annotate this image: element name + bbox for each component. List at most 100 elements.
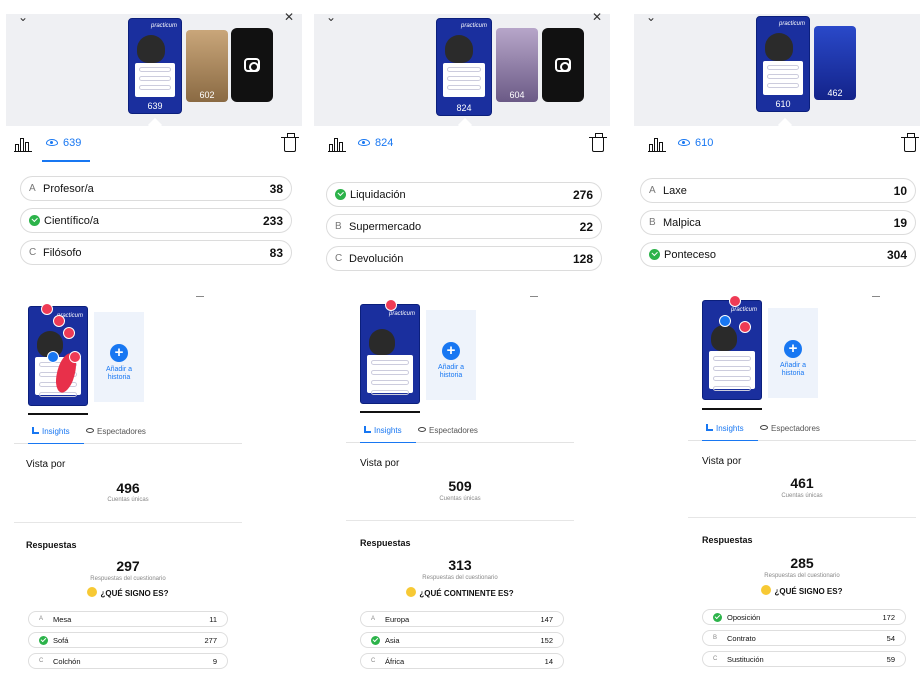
tab-insights[interactable]: Insights [32,427,70,436]
check-icon [335,189,346,200]
mini-quiz-option: C Sustitución 59 [702,651,906,667]
chevron-down-icon[interactable]: ⌄ [326,10,336,24]
insights-panel-1: ⌄ ✕ practicum 639 602 639 A Profesor/a 38 … [6,0,306,675]
plus-icon: + [442,342,460,360]
like-reaction-icon [47,351,59,363]
trash-icon[interactable] [281,133,299,152]
camera-button[interactable] [542,28,584,102]
quiz-option: C Devolución 128 [326,246,602,271]
trash-icon[interactable] [901,133,919,152]
tab-spectators[interactable]: Espectadores [418,426,478,435]
accounts-count: 509 [448,478,472,494]
heart-reaction-icon [729,295,741,307]
camera-button[interactable] [231,28,273,102]
quiz-question: ¿QUÉ CONTINENTE ES? [360,587,560,598]
view-count-tab[interactable]: 639 [46,137,81,149]
eye-icon [678,139,690,146]
accounts-count: 496 [116,480,140,496]
add-to-story-button[interactable]: + Añadir a historia [768,308,818,398]
story-thumbnail-active[interactable]: practicum 610 [756,16,810,112]
story-thumbnails-bar: ⌄ ✕ practicum 824 604 [314,10,610,126]
close-icon[interactable]: ✕ [284,10,294,24]
quiz-options: Liquidación 276 B Supermercado 22 C Devoluci… [326,182,602,278]
responses-label: Respuestas del cuestionario [764,573,840,579]
chevron-down-icon[interactable]: ⌄ [646,10,656,24]
view-count: 610 [695,137,714,149]
like-reaction-icon [719,315,731,327]
tab-spectators[interactable]: Espectadores [86,427,146,436]
quiz-question: ¿QUÉ SIGNO ES? [702,585,902,596]
bar-chart-icon[interactable] [648,136,666,152]
plus-icon: + [110,344,128,362]
thumbnail-view-count: 610 [775,99,791,109]
emoji-icon [761,585,772,595]
quiz-option: A Laxe 10 [640,178,916,203]
heart-reaction-icon [69,351,81,363]
eye-icon [86,428,94,433]
story-preview[interactable]: practicum [28,303,88,406]
section-title: Vista por [360,458,400,469]
eye-icon [760,425,768,430]
view-count-tab[interactable]: 824 [358,137,393,149]
tab-insights[interactable]: Insights [364,426,402,435]
responses-label: Respuestas del cuestionario [90,576,166,582]
accounts-count: 461 [790,475,814,491]
quiz-question: ¿QUÉ SIGNO ES? [28,587,228,598]
bar-chart-icon[interactable] [328,136,346,152]
check-icon [713,612,722,622]
view-count: 639 [63,137,82,149]
insights-panel-3: ⌄ practicum 610 462 610 A Laxe 10 B Malpica… [620,0,920,675]
mini-quiz-option: C Colchón 9 [28,653,228,669]
mini-quiz-option-correct: Sofá 277 [28,632,228,648]
add-to-story-button[interactable]: + Añadir a historia [426,310,476,400]
mini-quiz-option-correct: Asia 152 [360,632,564,648]
add-to-story-button[interactable]: + Añadir a historia [94,312,144,402]
bar-chart-icon[interactable] [14,136,32,152]
mini-quiz-option: C África 14 [360,653,564,669]
tab-spectators[interactable]: Espectadores [760,424,820,433]
tab-insights[interactable]: Insights [706,424,744,433]
story-thumbnail[interactable]: 462 [814,26,856,100]
mini-quiz-options: A Mesa 11 Sofá 277 C Colchón 9 [28,611,228,674]
story-preview[interactable]: practicum [360,299,420,404]
camera-icon [244,58,260,72]
story-thumbnail-active[interactable]: practicum 639 [128,18,182,114]
quiz-option-correct: Científico/a 233 [20,208,292,233]
view-count: 824 [375,137,394,149]
quiz-options: A Laxe 10 B Malpica 19 Ponteceso 304 [640,178,916,274]
quiz-options: A Profesor/a 38 Científico/a 233 C Filósofo 8… [20,176,292,272]
story-thumbnails-bar: ⌄ ✕ practicum 639 602 [6,10,302,126]
mini-quiz-option: A Europa 147 [360,611,564,627]
story-preview[interactable]: practicum [702,295,762,400]
stats-bar: 639 [6,128,306,164]
responses-count: 285 [790,555,814,571]
thumbnail-view-count: 602 [199,90,215,100]
trash-icon[interactable] [589,133,607,152]
emoji-icon [87,587,98,597]
eye-icon [418,427,426,432]
chevron-down-icon[interactable]: ⌄ [18,10,28,24]
view-count-tab[interactable]: 610 [678,137,713,149]
check-icon [371,635,380,645]
mini-quiz-option: B Contrato 54 [702,630,906,646]
thumbnail-view-count: 824 [456,103,472,113]
insights-icon [32,427,39,434]
heart-reaction-icon [53,315,65,327]
insights-tabs: Insights Espectadores [14,424,242,444]
eye-icon [358,139,370,146]
responses-title: Respuestas [26,540,77,550]
story-thumbnail[interactable]: 604 [496,28,538,102]
close-icon[interactable]: ✕ [592,10,602,24]
emoji-icon [406,587,417,597]
section-title: Vista por [26,459,66,470]
accounts-label: Cuentas únicas [439,496,481,502]
story-thumbnail[interactable]: 602 [186,30,228,102]
insights-panel-2: ⌄ ✕ practicum 824 604 824 Liquidación 276… [314,0,614,675]
section-title: Vista por [702,456,742,467]
story-thumbnails-bar: ⌄ practicum 610 462 [634,10,920,126]
responses-count: 297 [116,558,140,574]
story-thumbnail-active[interactable]: practicum 824 [436,18,492,116]
thumbnail-view-count: 462 [827,88,843,98]
responses-title: Respuestas [360,538,411,548]
insights-tabs: Insights Espectadores [346,423,574,443]
